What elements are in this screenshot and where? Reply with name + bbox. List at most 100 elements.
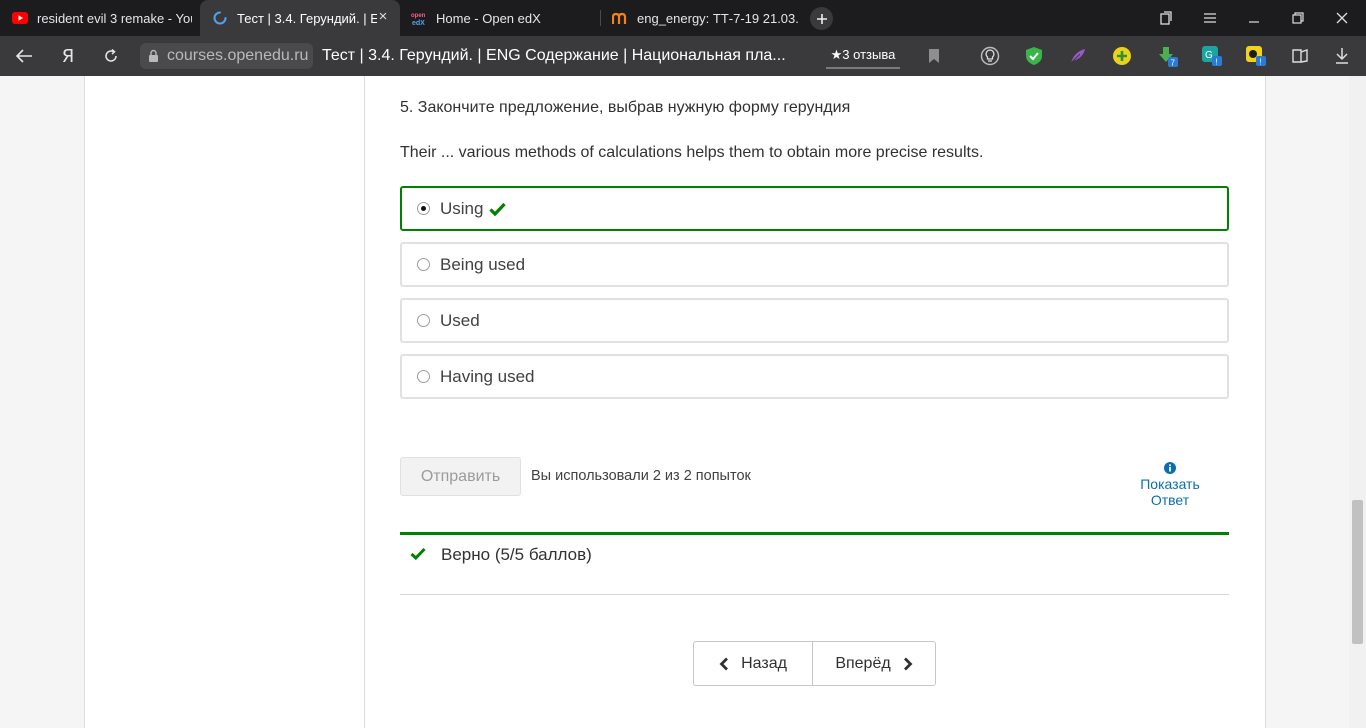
submit-button[interactable]: Отправить [400,457,521,496]
show-answer-line1: Показать [1140,476,1200,492]
svg-text:7: 7 [1171,59,1176,68]
tab-title: resident evil 3 remake - You [37,10,192,26]
extension-feather[interactable] [1066,44,1090,68]
answer-option-being-used[interactable]: Being used [400,242,1229,287]
lock-icon [149,49,158,62]
plus-icon [816,13,827,24]
browser-toolbar: Я courses.openedu.ru Тест | 3.4. Герунди… [0,36,1366,76]
minimize-icon [1249,21,1259,23]
attempts-text: Вы использовали 2 из 2 попыток [531,468,751,484]
translate-icon: G! [1202,46,1222,67]
tab-youtube[interactable]: resident evil 3 remake - You [0,0,200,36]
feedback-message: Верно (5/5 баллов) [441,545,592,564]
shield-check-icon [1026,47,1042,65]
extension-shield[interactable] [1022,44,1046,68]
bookmark-button[interactable] [922,44,946,68]
reload-button[interactable] [99,44,123,68]
scrollbar-thumb[interactable] [1352,500,1363,644]
extension-translate[interactable]: G! [1200,44,1224,68]
svg-text:!: ! [1216,58,1218,67]
yellow-badge-icon: ! [1246,46,1266,67]
plus-circle-icon [1113,47,1131,65]
previous-button[interactable]: Назад [694,642,813,685]
svg-text:edX: edX [412,20,425,26]
restore-icon [1292,12,1304,24]
menu-button[interactable] [1188,0,1232,36]
close-icon [1336,12,1348,24]
close-window-button[interactable] [1320,0,1364,36]
tab-active-test[interactable]: Тест | 3.4. Герундий. | EN × [200,0,400,36]
collections-button[interactable] [1288,44,1312,68]
svg-text:G: G [1205,50,1213,61]
answer-option-using[interactable]: Using [400,186,1229,231]
radio-selected[interactable] [417,202,430,215]
feather-icon [1069,49,1085,65]
restore-button[interactable] [1276,0,1320,36]
collections-icon [1292,49,1308,63]
bookmark-icon [929,49,939,63]
arrow-left-icon [15,49,32,63]
previous-label: Назад [741,654,787,672]
course-content-panel [84,76,1266,728]
chevron-right-icon [903,657,913,671]
divider [400,594,1229,595]
tab-moodle[interactable]: eng_energy: ТТ-7-19 21.03. [601,0,801,36]
next-button[interactable]: Вперёд [813,642,935,685]
chevron-left-icon [719,657,729,671]
svg-text:!: ! [1260,58,1262,67]
reload-icon [105,48,117,62]
sequence-navigation: Назад Вперёд [693,641,936,686]
extension-yellow-badge[interactable]: ! [1244,44,1268,68]
hamburger-icon [1204,13,1216,23]
youtube-icon [12,10,28,26]
moodle-icon [612,10,628,26]
tab-manager-button[interactable] [1144,0,1188,36]
tab-openedx[interactable]: open edX Home - Open edX [400,0,600,36]
question-sentence: Their ... various methods of calculation… [400,144,984,161]
yandex-button[interactable]: Я [56,44,80,68]
tab-title: eng_energy: ТТ-7-19 21.03. [637,10,799,26]
back-button[interactable] [12,44,36,68]
answer-option-label: Used [440,311,480,330]
yandex-logo-icon: Я [61,45,75,67]
radio-unselected[interactable] [417,370,430,383]
loading-spinner-icon [212,10,228,26]
info-icon [1164,462,1176,474]
lightbulb-icon [980,46,1000,66]
svg-text:open: open [411,13,426,19]
extension-lightbulb[interactable] [978,44,1002,68]
downloads-button[interactable] [1330,44,1354,68]
new-tab-button[interactable] [810,7,833,30]
minimize-button[interactable] [1232,0,1276,36]
extension-yellow-plus[interactable] [1110,44,1134,68]
answer-option-label: Having used [440,367,535,386]
feedback-check-icon [410,547,426,565]
correct-check-icon [489,202,507,216]
extension-download[interactable]: 7 [1156,44,1180,68]
openedx-icon: open edX [411,10,427,26]
show-answer-line2: Ответ [1150,492,1190,508]
sidebar-divider [364,76,365,728]
radio-unselected[interactable] [417,258,430,271]
tab-title: Home - Open edX [436,10,541,26]
browser-tab-strip: resident evil 3 remake - You Тест | 3.4.… [0,0,1366,36]
tab-title: Тест | 3.4. Герундий. | EN [237,10,377,26]
question-prompt: 5. Закончите предложение, выбрав нужную … [400,99,851,116]
download-arrow-icon: 7 [1159,47,1178,68]
url-domain: courses.openedu.ru [167,47,309,64]
answer-option-label: Being used [440,255,526,274]
feedback-correct-bar [400,532,1229,535]
address-bar[interactable]: courses.openedu.ru [140,43,313,69]
answer-option-having-used[interactable]: Having used [400,354,1229,399]
answer-option-used[interactable]: Used [400,298,1229,343]
address-page-title[interactable]: Тест | 3.4. Герундий. | ENG Содержание |… [322,47,786,65]
radio-unselected[interactable] [417,314,430,327]
answer-option-label: Using [440,199,507,219]
option-text: Using [440,199,484,218]
tabs-icon [1160,11,1172,25]
download-icon [1336,48,1348,64]
show-answer-button[interactable]: Показать Ответ [1130,462,1210,508]
reviews-button[interactable]: ★3 отзыва [826,43,900,69]
next-label: Вперёд [835,654,891,672]
close-tab-icon[interactable]: × [376,9,390,24]
